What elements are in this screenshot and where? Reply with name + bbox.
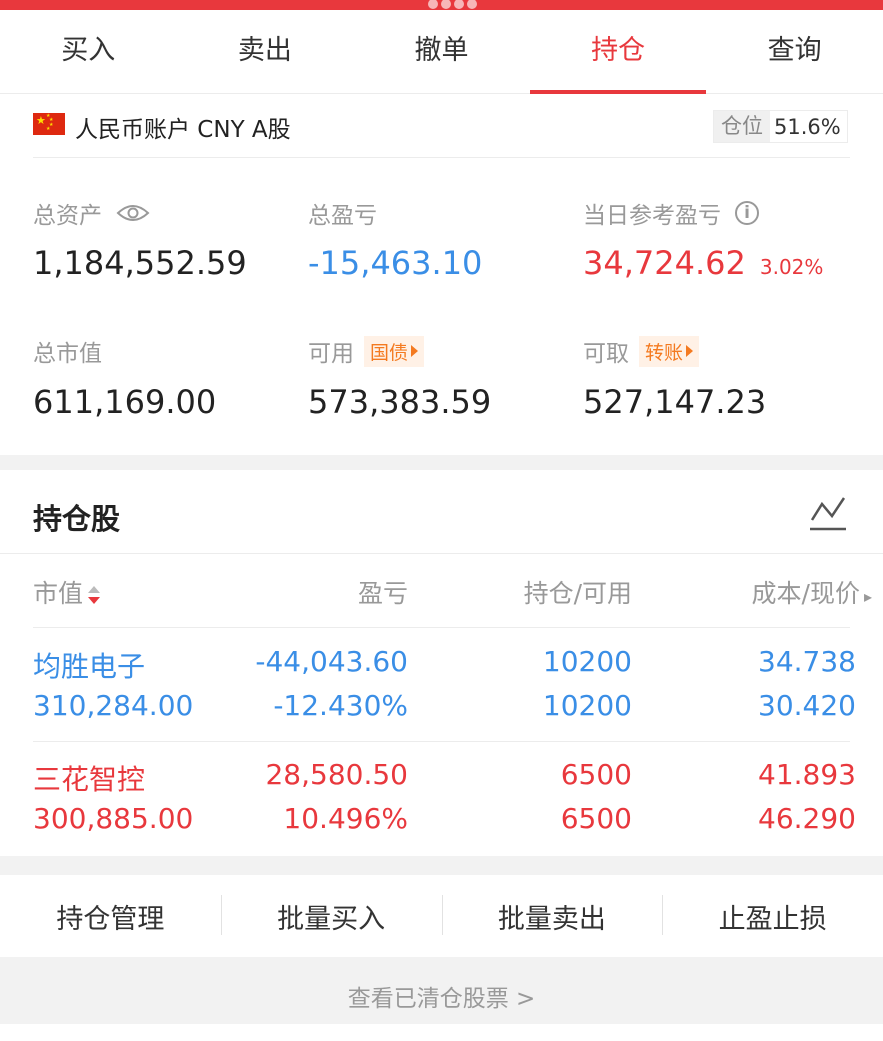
stock-pnl-percent: 10.496% [283, 802, 408, 835]
tab-buy[interactable]: 买入 [0, 10, 177, 93]
position-ratio: 仓位 51.6% [713, 110, 848, 143]
stock-cost: 41.893 [758, 758, 856, 791]
stock-market-value: 300,885.00 [33, 802, 194, 835]
batch-buy-button[interactable]: 批量买入 [220, 894, 442, 936]
total-assets-label-group: 总资产 [33, 196, 150, 230]
stock-pnl: 28,580.50 [265, 758, 408, 791]
tab-cancel[interactable]: 撤单 [353, 10, 530, 93]
eye-icon[interactable] [116, 202, 150, 224]
header-cost-price[interactable]: 成本/现价 ▸ [640, 574, 872, 610]
sort-icon [88, 586, 101, 604]
header-pnl: 盈亏 [357, 579, 408, 608]
withdrawable-value: 527,147.23 [583, 383, 767, 421]
daily-pnl-value: 34,724.62 [583, 244, 746, 282]
account-name[interactable]: 人民币账户 CNY A股 [75, 110, 291, 144]
triangle-right-icon [411, 345, 419, 357]
line-chart-icon[interactable] [808, 496, 848, 532]
dots-indicator [428, 0, 488, 9]
divider [0, 553, 883, 554]
daily-pnl-label-group: 当日参考盈亏 i [583, 196, 759, 230]
daily-pnl-group: 34,724.62 3.02% [583, 244, 823, 282]
chevron-right-icon: ▸ [863, 587, 872, 606]
stock-market-value: 310,284.00 [33, 689, 194, 722]
position-label: 仓位 [714, 111, 770, 142]
manage-holdings-button[interactable]: 持仓管理 [0, 897, 221, 936]
withdrawable-label-group: 可取 转账 [583, 334, 700, 368]
stock-price: 46.290 [758, 802, 856, 835]
divider [33, 627, 850, 628]
account-bar: ★ ★ ★ ★ ★ 人民币账户 CNY A股 仓位 51.6% [0, 96, 883, 158]
position-value: 51.6% [774, 114, 841, 139]
divider [33, 741, 850, 742]
stock-pnl-percent: -12.430% [273, 689, 408, 722]
stock-available: 10200 [542, 689, 632, 722]
treasury-bond-badge[interactable]: 国债 [364, 335, 425, 367]
view-cleared-stocks-link[interactable]: 查看已清仓股票 > [0, 957, 883, 1024]
triangle-right-icon [686, 345, 694, 357]
tab-sell[interactable]: 卖出 [177, 10, 354, 93]
tab-holdings[interactable]: 持仓 [529, 10, 707, 94]
stop-profit-loss-button[interactable]: 止盈止损 [662, 894, 883, 936]
batch-sell-button[interactable]: 批量卖出 [441, 894, 663, 936]
info-icon[interactable]: i [735, 201, 759, 225]
action-bar: 持仓管理 批量买入 批量卖出 止盈止损 [0, 875, 883, 957]
china-flag-icon: ★ ★ ★ ★ ★ [33, 113, 65, 135]
market-value-value: 611,169.00 [33, 383, 217, 421]
available-value: 573,383.59 [308, 383, 492, 421]
withdrawable-label: 可取 [583, 341, 629, 367]
tab-query[interactable]: 查询 [706, 10, 883, 93]
stock-cost: 34.738 [758, 645, 856, 678]
holdings-title: 持仓股 [33, 502, 121, 536]
divider [33, 157, 850, 158]
stock-price: 30.420 [758, 689, 856, 722]
available-label: 可用 [308, 341, 354, 367]
header-market-value[interactable]: 市值 [33, 574, 101, 610]
total-assets-value: 1,184,552.59 [33, 244, 247, 282]
section-gap [0, 856, 883, 875]
daily-pnl-label: 当日参考盈亏 [583, 203, 721, 229]
stock-position: 10200 [542, 645, 632, 678]
transfer-badge[interactable]: 转账 [639, 335, 700, 367]
available-label-group: 可用 国债 [308, 334, 425, 368]
top-status-bar [0, 0, 883, 10]
stock-name: 均胜电子 [33, 650, 146, 683]
section-gap [0, 455, 883, 470]
stock-name: 三花智控 [33, 763, 146, 796]
total-pnl-value: -15,463.10 [308, 244, 483, 282]
market-value-label: 总市值 [33, 341, 102, 367]
daily-pnl-percent: 3.02% [759, 255, 824, 279]
stock-available: 6500 [560, 802, 632, 835]
total-assets-label: 总资产 [33, 203, 102, 229]
trade-tabs: 买入 卖出 撤单 持仓 查询 [0, 10, 883, 94]
header-position: 持仓/可用 [523, 579, 632, 608]
total-pnl-label: 总盈亏 [308, 203, 377, 229]
stock-position: 6500 [560, 758, 632, 791]
stock-pnl: -44,043.60 [255, 645, 408, 678]
